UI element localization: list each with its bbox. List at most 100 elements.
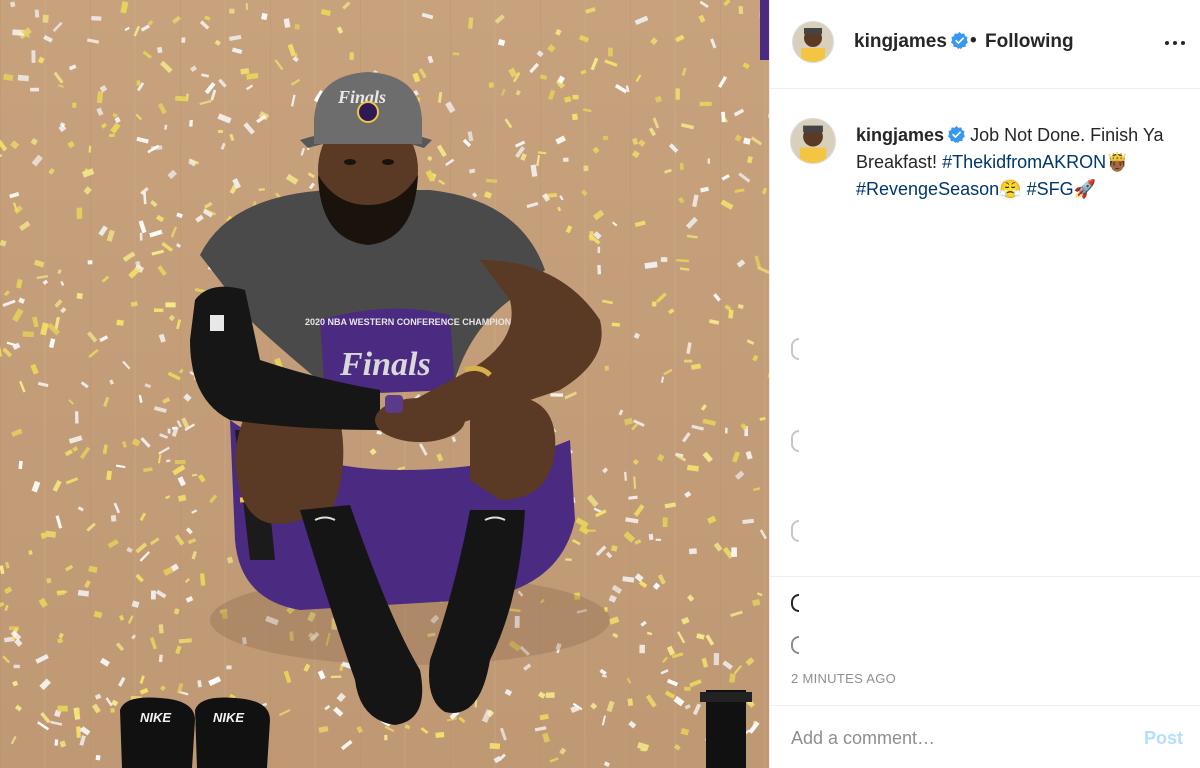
post-caption: kingjames Job Not Done. Finish Ya Breakf… bbox=[856, 122, 1186, 203]
verified-badge-icon bbox=[950, 32, 968, 49]
confetti-piece bbox=[611, 322, 620, 327]
confetti-piece bbox=[18, 460, 23, 470]
post-image: Finals 2020 NBA WESTERN CONFERENCE CHAMP… bbox=[0, 0, 769, 768]
confetti-piece bbox=[563, 157, 569, 162]
more-options-icon[interactable] bbox=[1160, 30, 1190, 56]
comment-input[interactable] bbox=[791, 724, 1121, 752]
confetti-piece bbox=[583, 529, 596, 533]
confetti-piece bbox=[330, 675, 342, 679]
confetti-piece bbox=[639, 644, 645, 654]
verified-badge-icon bbox=[948, 126, 966, 143]
confetti-piece bbox=[54, 739, 59, 746]
caption-avatar[interactable] bbox=[790, 118, 836, 164]
hashtag-link[interactable]: #ThekidfromAKRON bbox=[942, 152, 1106, 172]
confetti-piece bbox=[95, 755, 101, 761]
confetti-piece bbox=[572, 94, 579, 100]
slide-right-brand: NIKE bbox=[213, 710, 244, 725]
confetti-piece bbox=[30, 87, 40, 92]
confetti-piece bbox=[166, 459, 171, 463]
confetti-piece bbox=[597, 246, 601, 254]
confetti-piece bbox=[245, 3, 249, 10]
confetti-piece bbox=[435, 731, 445, 738]
confetti-piece bbox=[156, 46, 163, 54]
following-button[interactable]: Following bbox=[985, 31, 1074, 53]
confetti-piece bbox=[150, 590, 156, 600]
confetti-piece bbox=[87, 260, 93, 265]
actions-divider bbox=[770, 576, 1200, 577]
hashtag-link[interactable]: #SFG bbox=[1027, 179, 1074, 199]
confetti-piece bbox=[349, 52, 354, 60]
confetti-piece bbox=[158, 624, 164, 634]
confetti-piece bbox=[28, 550, 33, 555]
confetti-piece bbox=[175, 95, 188, 102]
confetti-piece bbox=[608, 47, 613, 57]
hashtag-link[interactable]: #RevengeSeason bbox=[856, 179, 999, 199]
caption-emoji: 🚀 bbox=[1073, 179, 1096, 199]
header-avatar[interactable] bbox=[792, 21, 834, 63]
confetti-piece bbox=[110, 707, 115, 713]
caption-username[interactable]: kingjames bbox=[856, 125, 966, 145]
confetti-piece bbox=[136, 80, 141, 86]
obscured-likes-fragment bbox=[791, 636, 799, 654]
confetti-piece bbox=[109, 133, 115, 138]
confetti-piece bbox=[452, 52, 460, 56]
confetti-piece bbox=[679, 162, 684, 170]
confetti-piece bbox=[550, 393, 563, 397]
confetti-piece bbox=[597, 264, 602, 275]
obscured-fragment bbox=[791, 338, 799, 360]
caption-emoji: 🤴🏾 bbox=[1106, 152, 1129, 172]
confetti-piece bbox=[604, 365, 610, 371]
post-comment-button[interactable]: Post bbox=[1144, 728, 1183, 749]
confetti-piece bbox=[651, 301, 657, 307]
post-header: kingjames • Following bbox=[770, 0, 1200, 89]
confetti-piece bbox=[229, 8, 235, 14]
confetti-piece bbox=[34, 9, 40, 18]
confetti-piece bbox=[167, 428, 171, 434]
confetti-piece bbox=[488, 82, 494, 88]
confetti-piece bbox=[45, 530, 57, 538]
confetti-piece bbox=[660, 257, 668, 263]
caption-emoji: 😤 bbox=[999, 179, 1022, 199]
confetti-piece bbox=[583, 165, 589, 172]
svg-text:2020 NBA WESTERN CONFERENCE CH: 2020 NBA WESTERN CONFERENCE CHAMPIONS bbox=[305, 317, 517, 327]
post-side-panel: kingjames • Following kingjames Job Not … bbox=[769, 0, 1200, 768]
confetti-piece bbox=[731, 547, 737, 557]
confetti-piece bbox=[648, 533, 654, 541]
slide-left-brand: NIKE bbox=[140, 710, 171, 725]
confetti-piece bbox=[165, 302, 176, 308]
confetti-piece bbox=[76, 708, 80, 717]
confetti-piece bbox=[181, 37, 186, 43]
confetti-piece bbox=[565, 558, 572, 561]
header-separator: • bbox=[970, 30, 977, 51]
confetti-piece bbox=[76, 292, 83, 300]
post-photo[interactable]: Finals 2020 NBA WESTERN CONFERENCE CHAMP… bbox=[0, 0, 769, 768]
confetti-piece bbox=[76, 207, 83, 219]
confetti-piece bbox=[91, 16, 102, 21]
confetti-piece bbox=[42, 14, 49, 23]
confetti-piece bbox=[110, 515, 117, 522]
post-timestamp: 2 MINUTES AGO bbox=[791, 671, 897, 686]
confetti-piece bbox=[17, 74, 29, 82]
confetti-piece bbox=[738, 5, 744, 15]
header-username[interactable]: kingjames bbox=[854, 31, 968, 53]
confetti-piece bbox=[384, 734, 388, 741]
confetti-piece bbox=[218, 130, 223, 133]
confetti-piece bbox=[721, 111, 726, 123]
confetti-piece bbox=[713, 653, 720, 666]
confetti-piece bbox=[72, 102, 77, 108]
confetti-piece bbox=[699, 101, 712, 106]
confetti-piece bbox=[189, 119, 193, 127]
confetti-piece bbox=[22, 331, 34, 338]
confetti-piece bbox=[13, 664, 20, 669]
confetti-piece bbox=[31, 50, 36, 63]
confetti-piece bbox=[684, 359, 693, 363]
confetti-piece bbox=[76, 726, 81, 738]
confetti-piece bbox=[57, 705, 68, 712]
obscured-fragment bbox=[791, 520, 799, 542]
obscured-fragment bbox=[791, 430, 799, 452]
confetti-piece bbox=[226, 665, 232, 670]
confetti-piece bbox=[688, 548, 697, 555]
confetti-piece bbox=[139, 232, 143, 241]
confetti-piece bbox=[707, 158, 710, 164]
confetti-piece bbox=[174, 459, 186, 465]
